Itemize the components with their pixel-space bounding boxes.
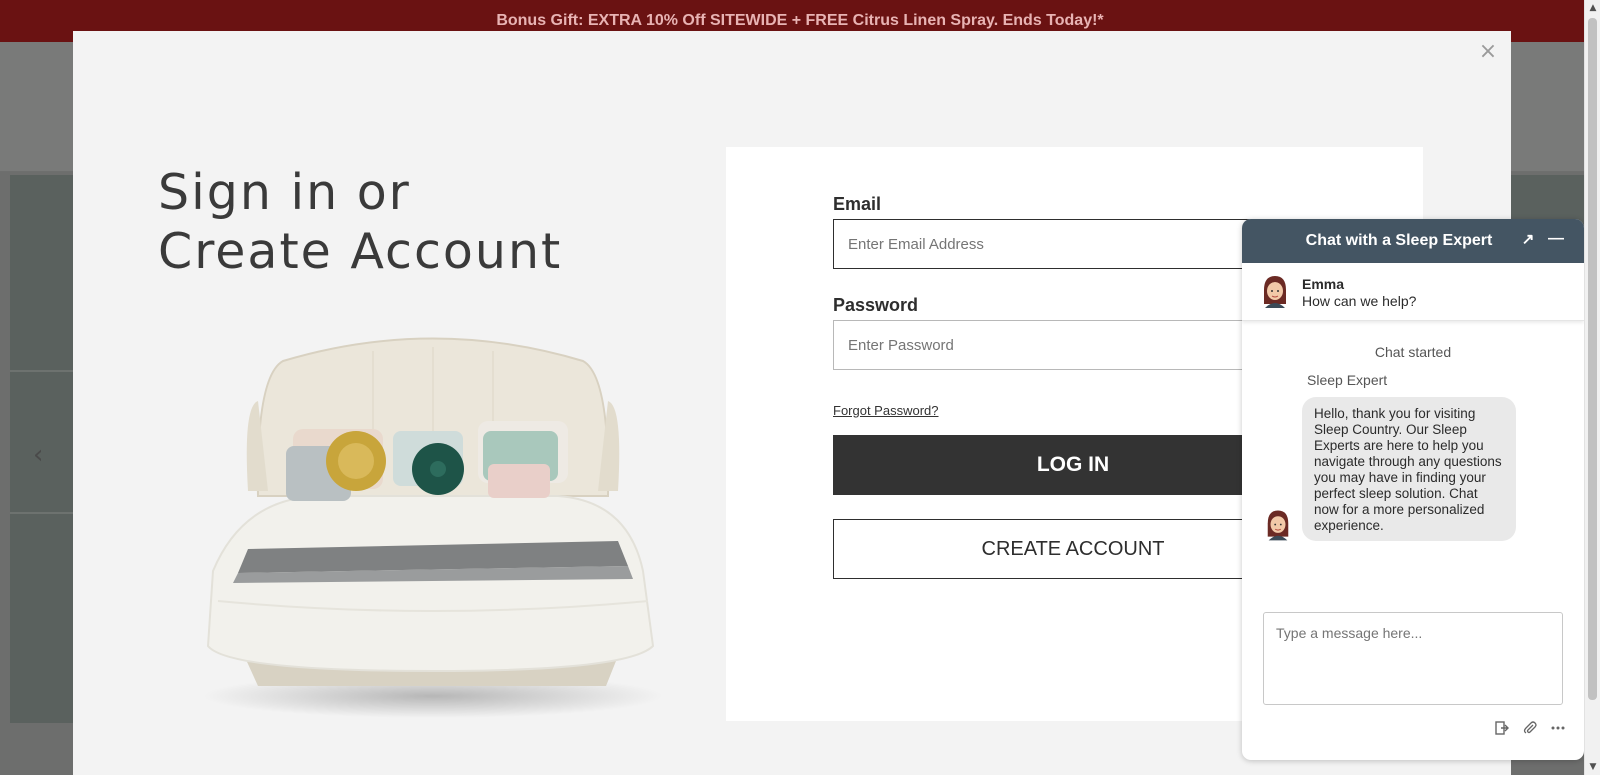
agent-name: Emma bbox=[1302, 276, 1345, 292]
message-sender: Sleep Expert bbox=[1307, 372, 1388, 388]
agent-avatar bbox=[1267, 510, 1289, 541]
promo-text: Bonus Gift: EXTRA 10% Off SITEWIDE + FRE… bbox=[496, 12, 1104, 29]
chat-widget: Chat with a Sleep Expert ↗ — Emma How ca… bbox=[1242, 219, 1584, 760]
email-input[interactable] bbox=[833, 219, 1313, 269]
agent-status: How can we help? bbox=[1302, 293, 1417, 309]
carousel-prev-icon[interactable]: ‹ bbox=[33, 440, 43, 470]
heading-line-2: Create Account bbox=[158, 223, 563, 280]
password-label: Password bbox=[833, 295, 919, 315]
chat-title: Chat with a Sleep Expert bbox=[1305, 232, 1493, 249]
chat-toolbar bbox=[1494, 720, 1566, 736]
forgot-password-link[interactable]: Forgot Password? bbox=[833, 403, 939, 418]
create-account-button[interactable]: CREATE ACCOUNT bbox=[833, 519, 1313, 579]
attachment-icon[interactable] bbox=[1522, 720, 1538, 736]
page-scrollbar[interactable]: ▲ ▼ bbox=[1584, 0, 1600, 775]
agent-info: Emma How can we help? bbox=[1242, 263, 1584, 321]
scrollbar-thumb[interactable] bbox=[1588, 18, 1597, 700]
modal-heading: Sign in or Create Account bbox=[158, 163, 562, 281]
background-divider bbox=[10, 370, 74, 372]
close-icon[interactable]: × bbox=[1477, 41, 1499, 63]
create-account-button-label: CREATE ACCOUNT bbox=[981, 537, 1165, 560]
log-in-button[interactable]: LOG IN bbox=[833, 435, 1313, 495]
more-icon[interactable] bbox=[1550, 720, 1566, 736]
chat-header: Chat with a Sleep Expert ↗ — bbox=[1242, 219, 1584, 263]
minimize-icon[interactable]: — bbox=[1546, 230, 1566, 250]
email-label: Email bbox=[833, 194, 882, 214]
scroll-up-icon[interactable]: ▲ bbox=[1585, 0, 1600, 16]
log-in-button-label: LOG IN bbox=[1036, 453, 1110, 476]
popout-icon[interactable]: ↗ bbox=[1518, 230, 1538, 250]
chat-message-input[interactable] bbox=[1263, 612, 1563, 705]
chat-message: Hello, thank you for visiting Sleep Coun… bbox=[1302, 397, 1516, 541]
chat-started-notice: Chat started bbox=[1374, 344, 1452, 360]
scroll-down-icon[interactable]: ▼ bbox=[1585, 759, 1600, 775]
bed-image bbox=[203, 337, 663, 718]
password-input[interactable] bbox=[833, 320, 1313, 370]
agent-avatar bbox=[1264, 276, 1286, 308]
background-divider bbox=[10, 512, 74, 514]
exit-icon[interactable] bbox=[1494, 720, 1510, 736]
heading-line-1: Sign in or bbox=[158, 164, 411, 221]
